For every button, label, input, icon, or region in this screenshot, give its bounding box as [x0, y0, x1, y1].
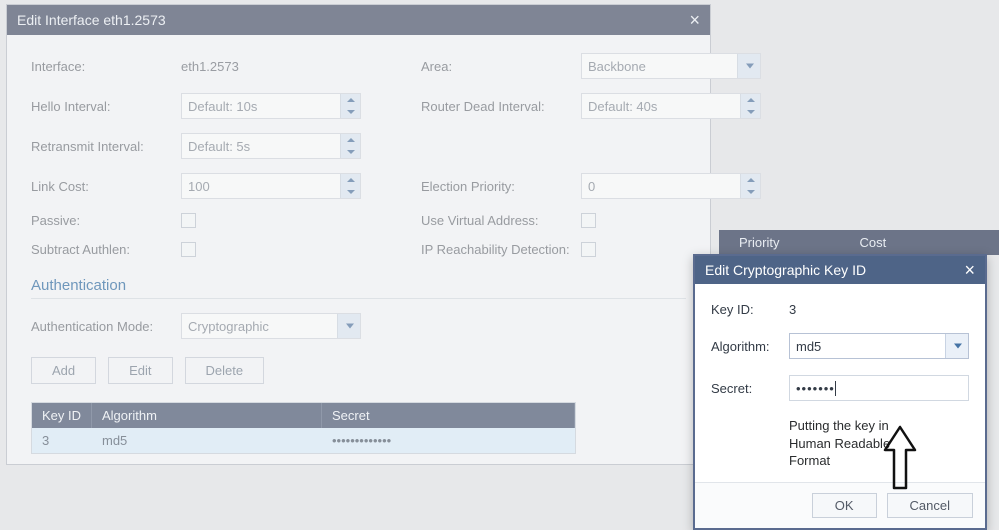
subtract-authlen-label: Subtract Authlen:	[31, 242, 181, 257]
passive-label: Passive:	[31, 213, 181, 228]
stepper-down-icon[interactable]	[341, 186, 360, 198]
link-cost-label: Link Cost:	[31, 179, 181, 194]
text-cursor-icon	[835, 381, 836, 396]
add-button[interactable]: Add	[31, 357, 96, 384]
retransmit-interval-input[interactable]: Default: 5s	[181, 133, 361, 159]
edit-interface-dialog: Edit Interface eth1.2573 × Interface: et…	[6, 4, 711, 465]
interface-label: Interface:	[31, 59, 181, 74]
algorithm-label: Algorithm:	[711, 339, 789, 354]
stepper-up-icon[interactable]	[741, 174, 760, 186]
col-secret-header[interactable]: Secret	[322, 403, 575, 428]
ip-reachability-label: IP Reachability Detection:	[421, 242, 581, 257]
use-virtual-address-label: Use Virtual Address:	[421, 213, 581, 228]
authentication-section-title: Authentication	[31, 277, 686, 299]
keyid-value: 3	[789, 302, 969, 317]
area-select-value: Backbone	[588, 59, 646, 74]
chevron-down-icon	[746, 64, 754, 69]
edit-interface-titlebar[interactable]: Edit Interface eth1.2573 ×	[7, 5, 710, 35]
election-priority-value: 0	[588, 179, 595, 194]
retransmit-interval-placeholder: Default: 5s	[188, 139, 250, 154]
algorithm-select[interactable]: md5	[789, 333, 969, 359]
chevron-down-icon	[346, 324, 354, 329]
hello-interval-input[interactable]: Default: 10s	[181, 93, 361, 119]
link-cost-input[interactable]: 100	[181, 173, 361, 199]
stepper-down-icon[interactable]	[741, 186, 760, 198]
hello-interval-placeholder: Default: 10s	[188, 99, 257, 114]
stepper-up-icon[interactable]	[341, 174, 360, 186]
edit-button[interactable]: Edit	[108, 357, 172, 384]
stepper-up-icon[interactable]	[341, 134, 360, 146]
keyid-label: Key ID:	[711, 302, 789, 317]
use-virtual-address-checkbox[interactable]	[581, 213, 596, 228]
stepper-up-icon[interactable]	[341, 94, 360, 106]
secret-input[interactable]: •••••••	[789, 375, 969, 401]
subtract-authlen-checkbox[interactable]	[181, 242, 196, 257]
table-row[interactable]: 3 md5 •••••••••••••	[32, 428, 575, 453]
edit-crypto-key-titlebar[interactable]: Edit Cryptographic Key ID ×	[695, 256, 985, 284]
crypto-keys-table: Key ID Algorithm Secret 3 md5 ••••••••••…	[31, 402, 576, 454]
stepper-down-icon[interactable]	[341, 146, 360, 158]
algorithm-value: md5	[796, 339, 821, 354]
secret-value: •••••••	[796, 381, 835, 396]
delete-button[interactable]: Delete	[185, 357, 265, 384]
col-cost-header: Cost	[859, 235, 886, 250]
area-select[interactable]: Backbone	[581, 53, 761, 79]
cancel-button[interactable]: Cancel	[887, 493, 973, 518]
stepper-down-icon[interactable]	[341, 106, 360, 118]
interface-value: eth1.2573	[181, 59, 361, 74]
secret-label: Secret:	[711, 381, 789, 396]
retransmit-interval-label: Retransmit Interval:	[31, 139, 181, 154]
area-label: Area:	[421, 59, 581, 74]
edit-crypto-key-dialog: Edit Cryptographic Key ID × Key ID: 3 Al…	[693, 254, 987, 530]
background-column-headers: Priority Cost	[719, 230, 999, 255]
ip-reachability-checkbox[interactable]	[581, 242, 596, 257]
ok-button[interactable]: OK	[812, 493, 877, 518]
edit-interface-title: Edit Interface eth1.2573	[17, 12, 166, 28]
annotation-text: Putting the key in Human Readable Format	[789, 417, 919, 470]
passive-checkbox[interactable]	[181, 213, 196, 228]
auth-mode-label: Authentication Mode:	[31, 319, 181, 334]
stepper-up-icon[interactable]	[741, 94, 760, 106]
router-dead-interval-placeholder: Default: 40s	[588, 99, 657, 114]
auth-mode-value: Cryptographic	[188, 319, 269, 334]
auth-mode-select[interactable]: Cryptographic	[181, 313, 361, 339]
cell-keyid: 3	[32, 428, 92, 453]
router-dead-interval-label: Router Dead Interval:	[421, 99, 581, 114]
election-priority-input[interactable]: 0	[581, 173, 761, 199]
stepper-down-icon[interactable]	[741, 106, 760, 118]
col-algorithm-header[interactable]: Algorithm	[92, 403, 322, 428]
close-icon[interactable]: ×	[964, 260, 975, 281]
edit-crypto-key-title: Edit Cryptographic Key ID	[705, 262, 866, 278]
hello-interval-label: Hello Interval:	[31, 99, 181, 114]
col-keyid-header[interactable]: Key ID	[32, 403, 92, 428]
router-dead-interval-input[interactable]: Default: 40s	[581, 93, 761, 119]
chevron-down-icon	[954, 344, 962, 349]
link-cost-value: 100	[188, 179, 210, 194]
cell-algorithm: md5	[92, 428, 322, 453]
cell-secret: •••••••••••••	[322, 428, 575, 453]
election-priority-label: Election Priority:	[421, 179, 581, 194]
close-icon[interactable]: ×	[689, 10, 700, 31]
